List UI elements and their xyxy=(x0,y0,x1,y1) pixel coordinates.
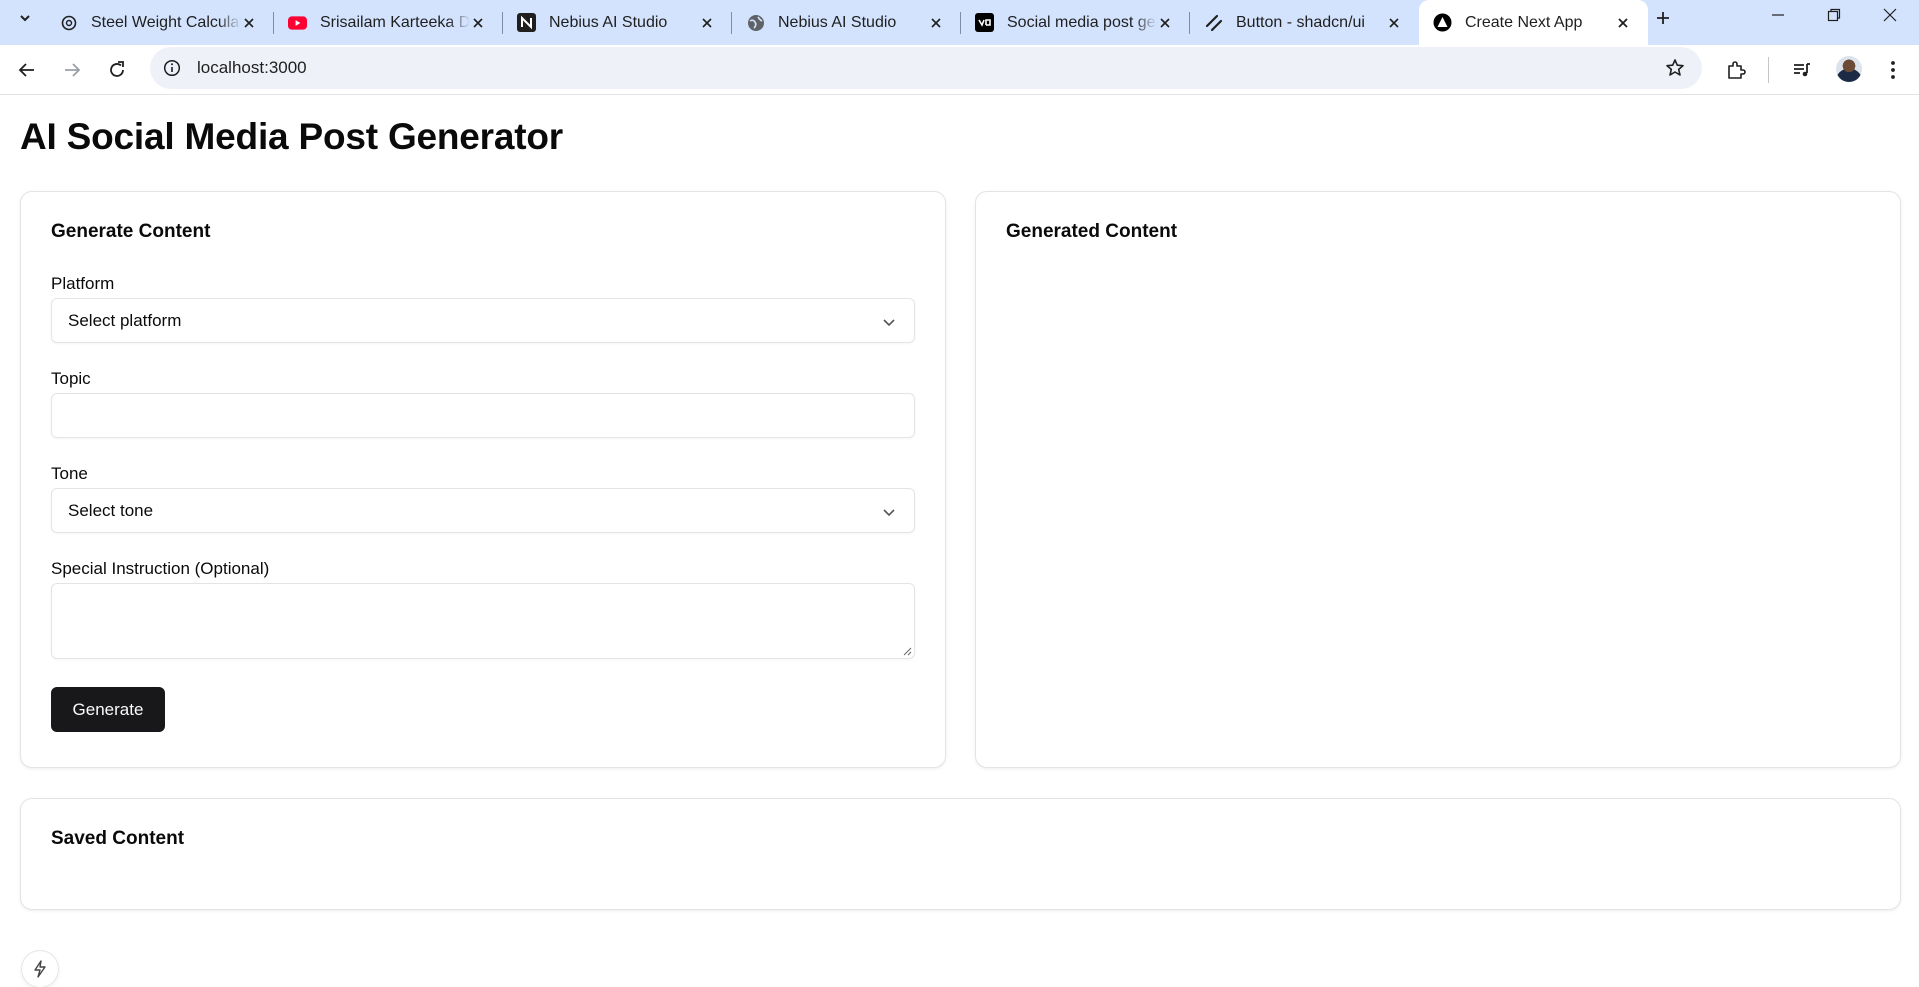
toolbar-divider xyxy=(1768,57,1769,83)
tab-title: Steel Weight Calculator xyxy=(91,13,241,31)
new-tab-button[interactable] xyxy=(1646,1,1680,35)
tab-title: Nebius AI Studio xyxy=(778,13,897,31)
more-vertical-icon xyxy=(1891,61,1895,79)
close-icon[interactable] xyxy=(238,12,260,34)
minimize-button[interactable] xyxy=(1749,0,1807,30)
puzzle-icon xyxy=(1728,61,1746,79)
chevron-down-icon xyxy=(20,15,30,22)
tab-title: Create Next App xyxy=(1465,13,1583,31)
close-icon[interactable] xyxy=(467,12,489,34)
close-icon[interactable] xyxy=(1383,12,1405,34)
youtube-icon xyxy=(288,13,307,32)
tab-title: Button - shadcn/ui xyxy=(1236,13,1365,31)
card-title: Generated Content xyxy=(1006,221,1178,242)
site-info-icon[interactable] xyxy=(162,58,182,78)
tab-search-button[interactable] xyxy=(8,3,42,33)
tab-title: Nebius AI Studio xyxy=(549,13,668,31)
browser-tab-active[interactable]: Create Next App xyxy=(1419,0,1648,45)
close-icon[interactable] xyxy=(1154,12,1176,34)
v0-icon xyxy=(975,13,994,32)
resize-grip-icon xyxy=(903,647,912,656)
plus-icon xyxy=(1657,12,1669,24)
browser-tab[interactable]: Nebius AI Studio xyxy=(503,0,732,45)
browser-tab[interactable]: Steel Weight Calculator xyxy=(45,0,274,45)
address-bar[interactable]: localhost:3000 xyxy=(150,47,1702,89)
browser-tab[interactable]: Social media post generator xyxy=(961,0,1190,45)
topic-input[interactable] xyxy=(51,393,915,438)
reload-icon xyxy=(110,61,124,77)
forward-button[interactable] xyxy=(55,53,89,87)
close-icon[interactable] xyxy=(696,12,718,34)
nextjs-dev-indicator[interactable] xyxy=(22,951,58,987)
restore-button[interactable] xyxy=(1805,0,1863,30)
page-content: AI Social Media Post Generator Generate … xyxy=(0,96,1919,987)
star-icon[interactable] xyxy=(1664,57,1686,79)
chevron-down-icon xyxy=(883,509,895,517)
page-title: AI Social Media Post Generator xyxy=(20,116,563,157)
minimize-icon xyxy=(1772,14,1784,16)
special-instruction-textarea[interactable] xyxy=(51,583,915,659)
browser-tab[interactable]: Srisailam Karteeka Deepotsavam xyxy=(274,0,503,45)
tab-title: Social media post generator xyxy=(1007,13,1157,31)
arrow-left-icon xyxy=(18,63,34,77)
tone-label: Tone xyxy=(51,464,88,483)
tone-select[interactable]: Select tone xyxy=(51,488,915,533)
arrow-right-icon xyxy=(65,63,81,77)
address-url: localhost:3000 xyxy=(197,58,307,77)
extensions-button[interactable] xyxy=(1719,53,1753,87)
chevron-down-icon xyxy=(883,319,895,327)
close-window-button[interactable] xyxy=(1861,0,1919,30)
nebius-icon xyxy=(517,13,536,32)
platform-select[interactable]: Select platform xyxy=(51,298,915,343)
platform-label: Platform xyxy=(51,274,115,293)
card-title: Generate Content xyxy=(51,221,211,242)
tab-title: Srisailam Karteeka Deepotsavam xyxy=(320,13,470,31)
browser-menu-button[interactable] xyxy=(1876,53,1910,87)
close-icon[interactable] xyxy=(925,12,947,34)
browser-tab[interactable]: Nebius AI Studio xyxy=(732,0,961,45)
browser-toolbar: localhost:3000 xyxy=(0,45,1919,95)
browser-tab[interactable]: Button - shadcn/ui xyxy=(1190,0,1419,45)
close-icon xyxy=(1883,8,1897,22)
lightning-icon xyxy=(34,960,46,978)
topic-label: Topic xyxy=(51,369,91,388)
close-icon[interactable] xyxy=(1612,12,1634,34)
reload-button[interactable] xyxy=(100,53,134,87)
special-instruction-label: Special Instruction (Optional) xyxy=(51,559,270,578)
restore-icon xyxy=(1827,8,1841,22)
profile-avatar[interactable] xyxy=(1836,56,1862,82)
card-title: Saved Content xyxy=(51,828,185,849)
generate-content-card: Generate Content Platform Select platfor… xyxy=(20,191,946,768)
queue-music-icon xyxy=(1794,63,1810,77)
openai-icon xyxy=(59,13,78,32)
back-button[interactable] xyxy=(10,53,44,87)
nextjs-icon xyxy=(1433,13,1452,32)
platform-select-value: Select platform xyxy=(68,310,182,330)
globe-icon xyxy=(746,13,765,32)
browser-tab-strip: Steel Weight Calculator Srisailam Kartee… xyxy=(0,0,1919,45)
generate-button[interactable]: Generate xyxy=(51,687,165,732)
generated-content-card: Generated Content xyxy=(975,191,1901,768)
saved-content-card: Saved Content xyxy=(20,798,1901,910)
shadcn-icon xyxy=(1204,13,1223,32)
tone-select-value: Select tone xyxy=(68,500,154,520)
media-controls-button[interactable] xyxy=(1785,53,1819,87)
